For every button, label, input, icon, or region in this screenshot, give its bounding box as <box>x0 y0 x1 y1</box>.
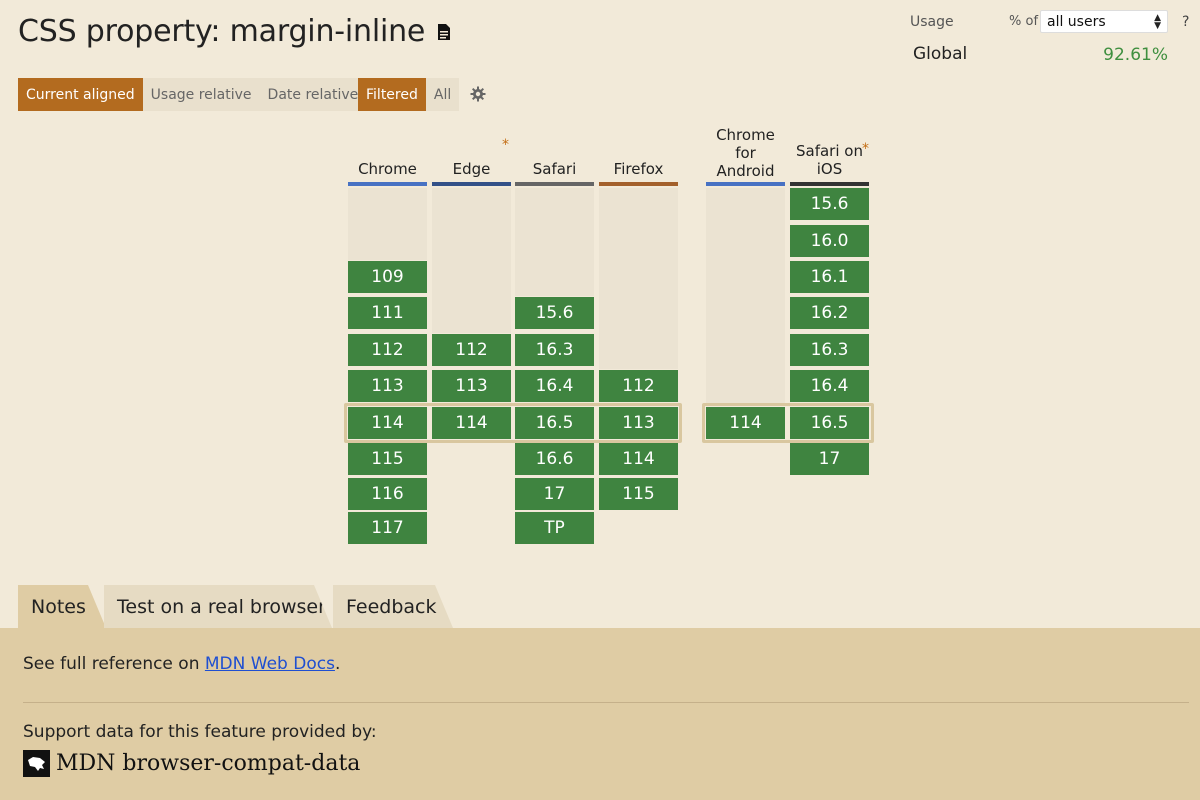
unsupported-range-chrome-for-android <box>706 188 785 406</box>
version-cell[interactable]: 16.5 <box>790 407 869 439</box>
column-header-chrome-for-android: Chrome for Android <box>706 126 785 180</box>
column-header-label: Firefox <box>613 160 664 178</box>
help-icon[interactable]: ? <box>1182 14 1189 30</box>
reference-prefix: See full reference on <box>23 654 205 674</box>
usage-label: Usage <box>910 14 954 30</box>
users-select-value: all users <box>1047 13 1106 30</box>
version-cell[interactable]: 116 <box>348 478 427 510</box>
version-cell[interactable]: 16.3 <box>515 334 594 366</box>
global-usage-value: 92.61% <box>1103 45 1168 65</box>
pct-of-label: % of <box>1009 14 1039 29</box>
version-cell[interactable]: 114 <box>706 407 785 439</box>
mdn-credit[interactable]: MDN browser-compat-data <box>23 750 360 777</box>
tab-notes[interactable]: Notes <box>18 585 106 628</box>
version-cell[interactable]: 17 <box>515 478 594 510</box>
version-cell[interactable]: 113 <box>432 370 511 402</box>
version-cell[interactable]: 16.0 <box>790 225 869 257</box>
filtered-button[interactable]: Filtered <box>358 78 426 111</box>
document-icon[interactable] <box>437 23 451 41</box>
page-title-text: CSS property: margin-inline <box>18 14 426 49</box>
page-title: CSS property: margin-inline <box>18 14 451 49</box>
version-cell[interactable]: 16.6 <box>515 443 594 475</box>
column-color-bar-chrome-for-android <box>706 182 785 186</box>
column-header-safari-on-ios: Safari on iOS * <box>790 140 869 178</box>
unsupported-range-chrome <box>348 188 427 260</box>
version-cell[interactable]: 114 <box>432 407 511 439</box>
version-cell[interactable]: 16.2 <box>790 297 869 329</box>
version-cell[interactable]: 115 <box>348 443 427 475</box>
column-header-safari: Safari <box>515 140 594 178</box>
version-cell[interactable]: 16.1 <box>790 261 869 293</box>
unsupported-range-firefox <box>599 188 678 369</box>
version-cell[interactable]: 16.3 <box>790 334 869 366</box>
mdn-web-docs-link[interactable]: MDN Web Docs <box>205 654 335 674</box>
view-mode-group: Current aligned Usage relative Date rela… <box>18 78 367 111</box>
reference-line: See full reference on MDN Web Docs. <box>23 654 340 674</box>
column-color-bar-safari <box>515 182 594 186</box>
version-cell[interactable]: 109 <box>348 261 427 293</box>
notes-panel: See full reference on MDN Web Docs. Supp… <box>0 628 1200 800</box>
reference-suffix: . <box>334 654 341 674</box>
tab-test-label: Test on a real browser <box>117 595 326 618</box>
version-cell[interactable]: 17 <box>790 443 869 475</box>
version-cell[interactable]: 111 <box>348 297 427 329</box>
version-cell[interactable]: 114 <box>348 407 427 439</box>
version-cell[interactable]: 112 <box>432 334 511 366</box>
current-aligned-button[interactable]: Current aligned <box>18 78 143 111</box>
tab-test-real-browser[interactable]: Test on a real browser <box>104 585 332 628</box>
users-select[interactable]: all users ▲ ▼ <box>1040 10 1168 33</box>
column-header-label: Chrome <box>358 160 417 178</box>
note-star-icon: * <box>502 137 509 153</box>
support-text: Support data for this feature provided b… <box>23 722 377 742</box>
divider <box>23 702 1189 703</box>
gear-icon[interactable] <box>470 86 486 102</box>
tab-feedback-label: Feedback <box>346 595 437 618</box>
column-color-bar-firefox <box>599 182 678 186</box>
column-header-chrome: Chrome <box>348 140 427 178</box>
column-header-firefox: Firefox <box>599 140 678 178</box>
column-color-bar-edge <box>432 182 511 186</box>
version-cell[interactable]: 114 <box>599 443 678 475</box>
column-header-edge: Edge * <box>432 137 511 178</box>
mdn-credit-text: MDN browser-compat-data <box>56 751 361 776</box>
version-cell[interactable]: TP <box>515 512 594 544</box>
mdn-dino-icon <box>23 750 50 777</box>
tab-notes-label: Notes <box>31 595 86 618</box>
version-cell[interactable]: 113 <box>348 370 427 402</box>
all-button[interactable]: All <box>425 78 460 111</box>
version-cell[interactable]: 16.4 <box>515 370 594 402</box>
tab-feedback[interactable]: Feedback <box>333 585 453 628</box>
note-star-icon: * <box>862 141 869 157</box>
date-relative-button[interactable]: Date relative <box>259 78 367 111</box>
version-cell[interactable]: 16.4 <box>790 370 869 402</box>
version-cell[interactable]: 15.6 <box>790 188 869 220</box>
version-cell[interactable]: 112 <box>599 370 678 402</box>
version-cell[interactable]: 15.6 <box>515 297 594 329</box>
column-color-bar-chrome <box>348 182 427 186</box>
version-cell[interactable]: 16.5 <box>515 407 594 439</box>
version-cell[interactable]: 117 <box>348 512 427 544</box>
select-arrows-icon: ▲ ▼ <box>1154 12 1161 31</box>
version-cell[interactable]: 113 <box>599 407 678 439</box>
column-header-label: Edge <box>452 160 491 178</box>
column-header-label: Safari <box>532 160 577 178</box>
version-cell[interactable]: 112 <box>348 334 427 366</box>
unsupported-range-safari <box>515 188 594 296</box>
filter-group: Filtered All <box>358 78 460 111</box>
column-header-label: Safari on iOS <box>796 142 863 178</box>
version-cell[interactable]: 115 <box>599 478 678 510</box>
global-label: Global <box>913 44 968 64</box>
column-color-bar-safari-on-ios <box>790 182 869 186</box>
usage-relative-button[interactable]: Usage relative <box>142 78 260 111</box>
column-header-label: Chrome for Android <box>716 126 775 180</box>
unsupported-range-edge <box>432 188 511 333</box>
